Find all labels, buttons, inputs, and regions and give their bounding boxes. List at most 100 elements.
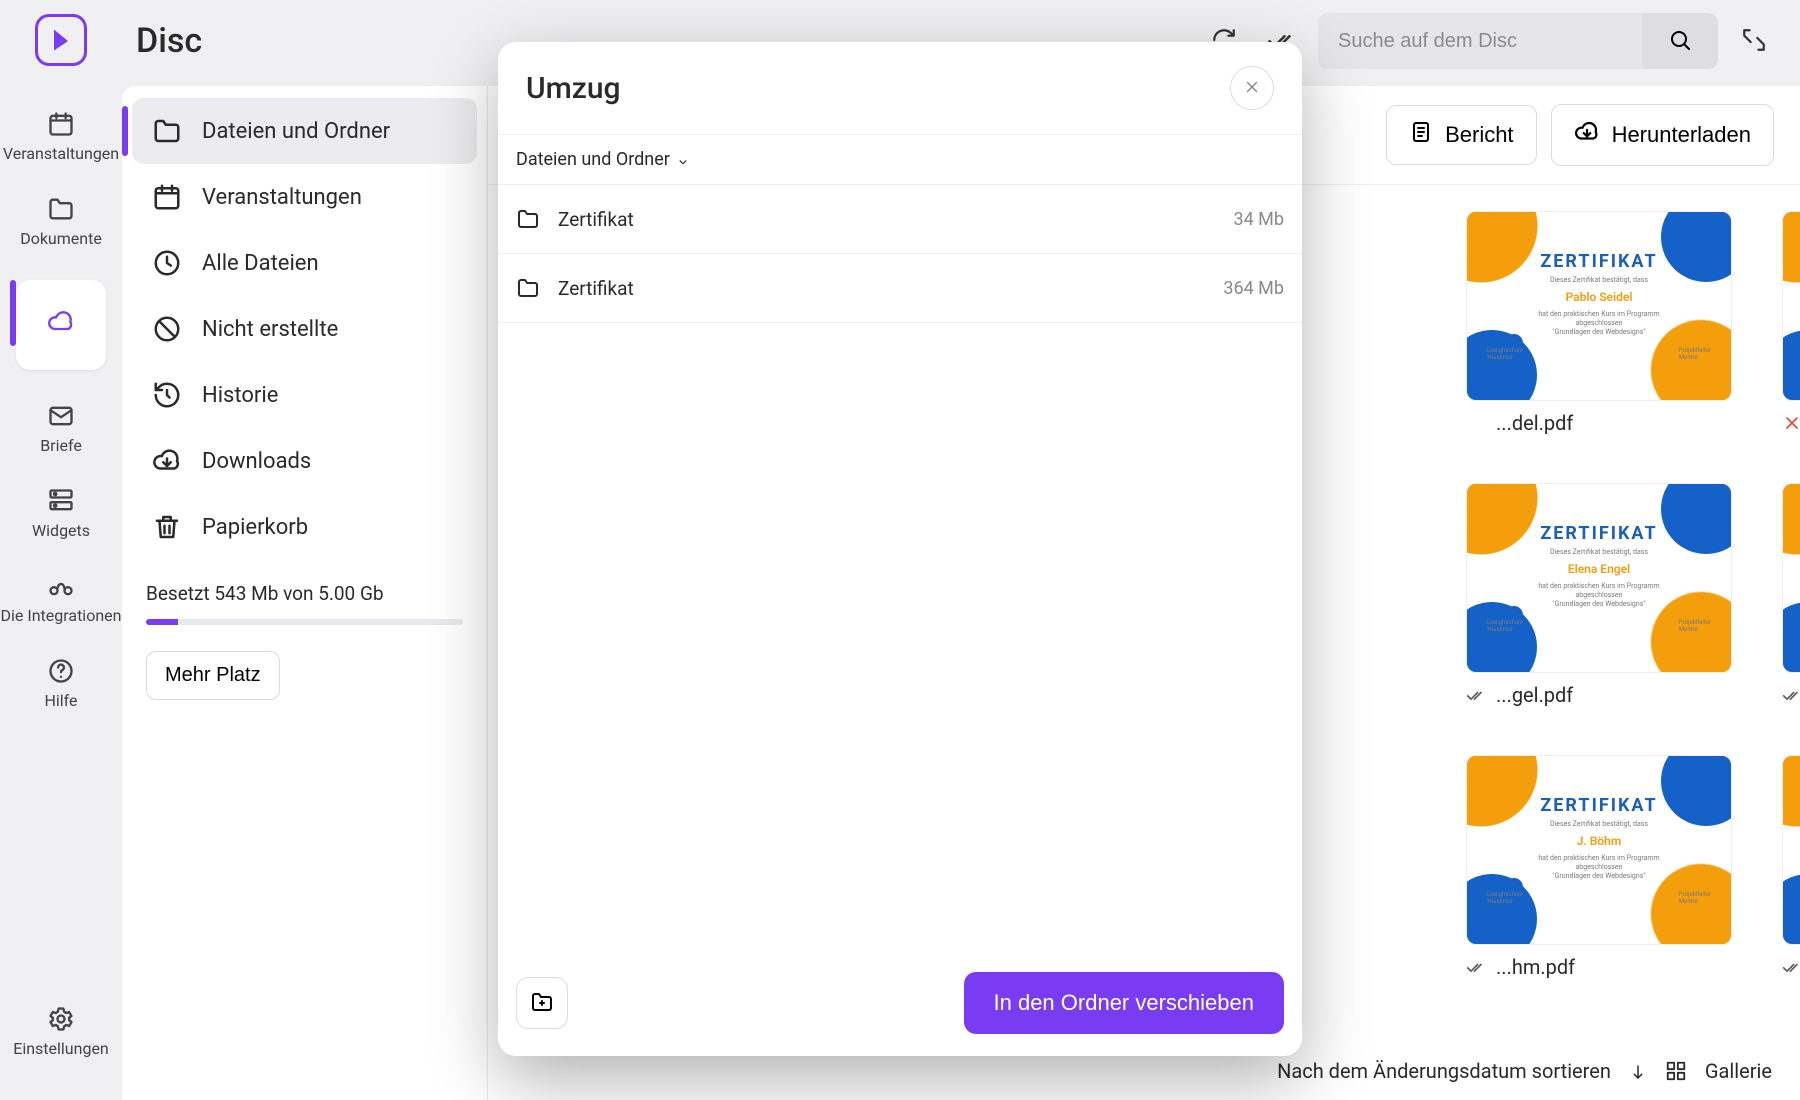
sidebar-item-all-files[interactable]: Alle Dateien (132, 230, 477, 296)
nav-rail: Veranstaltungen Dokumente Briefe Widgets… (0, 0, 122, 1100)
modal-breadcrumb-label: Dateien und Ordner (516, 149, 670, 170)
nav-label: Hilfe (44, 691, 77, 710)
file-name: ...gel.pdf (1496, 683, 1573, 707)
file-thumbnail: ZERTIFIKAT Dieses Zertifikat bestätigt, … (1466, 211, 1732, 401)
folder-row[interactable]: Zertifikat 34 Mb (498, 185, 1302, 254)
sidebar-item-downloads[interactable]: Downloads (132, 428, 477, 494)
close-icon (1243, 78, 1261, 99)
gear-icon (47, 1005, 75, 1033)
nav-item-integrations[interactable]: Die Integrationen (0, 558, 122, 643)
nav-item-widgets[interactable]: Widgets (0, 473, 122, 558)
folder-plus-icon (530, 990, 554, 1017)
help-icon (47, 657, 75, 685)
report-icon (1409, 120, 1433, 150)
expand-icon (1741, 27, 1767, 56)
trash-icon (152, 512, 182, 542)
nav-item-help[interactable]: Hilfe (0, 643, 122, 728)
modal-close-button[interactable] (1230, 66, 1274, 110)
file-name: ...hm.pdf (1496, 955, 1575, 979)
file-card[interactable]: ZERTIFIKAT Dieses Zertifikat bestätigt, … (1782, 755, 1800, 979)
file-thumbnail: ZERTIFIKAT Dieses Zertifikat bestätigt, … (1466, 483, 1732, 673)
nav-item-letters[interactable]: Briefe (0, 388, 122, 473)
cloud-icon (47, 308, 75, 336)
download-label: Herunterladen (1612, 122, 1751, 148)
sidebar-item-events[interactable]: Veranstaltungen (132, 164, 477, 230)
file-card[interactable]: ZERTIFIKAT Dieses Zertifikat bestätigt, … (1466, 211, 1732, 435)
file-card[interactable]: ZERTIFIKAT Dieses Zertifikat bestätigt, … (1782, 211, 1800, 435)
move-modal: Umzug Dateien und Ordner Zertifikat 34 M… (498, 42, 1302, 1056)
file-thumbnail: ZERTIFIKAT Dieses Zertifikat bestätigt, … (1466, 755, 1732, 945)
search-field[interactable] (1318, 13, 1718, 69)
nav-label: Briefe (40, 436, 82, 455)
storage-text: Besetzt 543 Mb von 5.00 Gb (146, 582, 463, 605)
file-card[interactable]: ZERTIFIKAT Dieses Zertifikat bestätigt, … (1466, 755, 1732, 979)
forbidden-icon (152, 314, 182, 344)
folder-name: Zertifikat (558, 208, 1233, 231)
history-icon (152, 380, 182, 410)
modal-title: Umzug (526, 71, 1230, 106)
more-space-button[interactable]: Mehr Platz (146, 651, 280, 700)
move-to-folder-button[interactable]: In den Ordner verschieben (964, 972, 1285, 1034)
download-button[interactable]: Herunterladen (1551, 104, 1774, 166)
nav-label: Widgets (32, 521, 90, 540)
search-input[interactable] (1338, 30, 1642, 53)
storage-bar (146, 619, 463, 625)
page-title: Disc (136, 21, 202, 61)
sidebar-item-trash[interactable]: Papierkorb (132, 494, 477, 560)
sidebar-label: Papierkorb (202, 515, 308, 540)
folder-icon (152, 116, 182, 146)
search-button[interactable] (1642, 13, 1718, 69)
folder-size: 34 Mb (1233, 209, 1284, 230)
file-thumbnail: ZERTIFIKAT Dieses Zertifikat bestätigt, … (1782, 483, 1800, 673)
folder-icon (516, 276, 540, 300)
check-icon (1466, 413, 1486, 433)
nav-label: Veranstaltungen (3, 144, 119, 163)
arrow-down-icon[interactable] (1629, 1062, 1647, 1080)
nav-item-events[interactable]: Veranstaltungen (0, 96, 122, 181)
storage-usage: Besetzt 543 Mb von 5.00 Gb (146, 582, 463, 625)
sidebar-label: Downloads (202, 449, 311, 474)
sidebar-label: Alle Dateien (202, 251, 319, 276)
search-icon (1668, 28, 1692, 55)
calendar-icon (47, 110, 75, 138)
error-icon (1782, 413, 1800, 433)
check-icon (1782, 957, 1800, 977)
nav-label: Die Integrationen (1, 606, 122, 625)
folder-sidebar: Dateien und Ordner Veranstaltungen Alle … (122, 86, 488, 1100)
view-label[interactable]: Gallerie (1705, 1059, 1772, 1083)
folder-icon (516, 207, 540, 231)
file-card[interactable]: ZERTIFIKAT Dieses Zertifikat bestätigt, … (1782, 483, 1800, 707)
report-button[interactable]: Bericht (1386, 105, 1536, 165)
chevron-down-icon (676, 153, 690, 167)
sidebar-label: Nicht erstellte (202, 317, 338, 342)
sidebar-item-files-folders[interactable]: Dateien und Ordner (132, 98, 477, 164)
file-thumbnail: ZERTIFIKAT Dieses Zertifikat bestätigt, … (1782, 755, 1800, 945)
nav-item-documents[interactable]: Dokumente (0, 181, 122, 266)
download-icon (1574, 119, 1600, 151)
file-name: ...del.pdf (1496, 411, 1573, 435)
nav-label: Dokumente (20, 229, 102, 248)
file-thumbnail: ZERTIFIKAT Dieses Zertifikat bestätigt, … (1782, 211, 1800, 401)
report-label: Bericht (1445, 122, 1513, 148)
check-icon (1466, 685, 1486, 705)
modal-breadcrumb[interactable]: Dateien und Ordner (498, 135, 1302, 185)
nav-item-disc[interactable] (0, 266, 122, 388)
nav-item-settings[interactable]: Einstellungen (0, 991, 122, 1076)
nav-label: Einstellungen (13, 1039, 109, 1058)
download-icon (152, 446, 182, 476)
widgets-icon (47, 487, 75, 515)
sort-label[interactable]: Nach dem Änderungsdatum sortieren (1277, 1059, 1611, 1083)
sidebar-label: Historie (202, 383, 278, 408)
folder-row[interactable]: Zertifikat 364 Mb (498, 254, 1302, 323)
sidebar-item-history[interactable]: Historie (132, 362, 477, 428)
new-folder-button[interactable] (516, 977, 568, 1029)
expand-button[interactable] (1732, 19, 1776, 63)
sidebar-label: Veranstaltungen (202, 185, 362, 210)
mail-icon (47, 402, 75, 430)
calendar-icon (152, 182, 182, 212)
check-icon (1782, 685, 1800, 705)
sidebar-item-not-created[interactable]: Nicht erstellte (132, 296, 477, 362)
file-card[interactable]: ZERTIFIKAT Dieses Zertifikat bestätigt, … (1466, 483, 1732, 707)
grid-icon[interactable] (1665, 1060, 1687, 1082)
modal-folder-list: Zertifikat 34 Mb Zertifikat 364 Mb (498, 185, 1302, 950)
